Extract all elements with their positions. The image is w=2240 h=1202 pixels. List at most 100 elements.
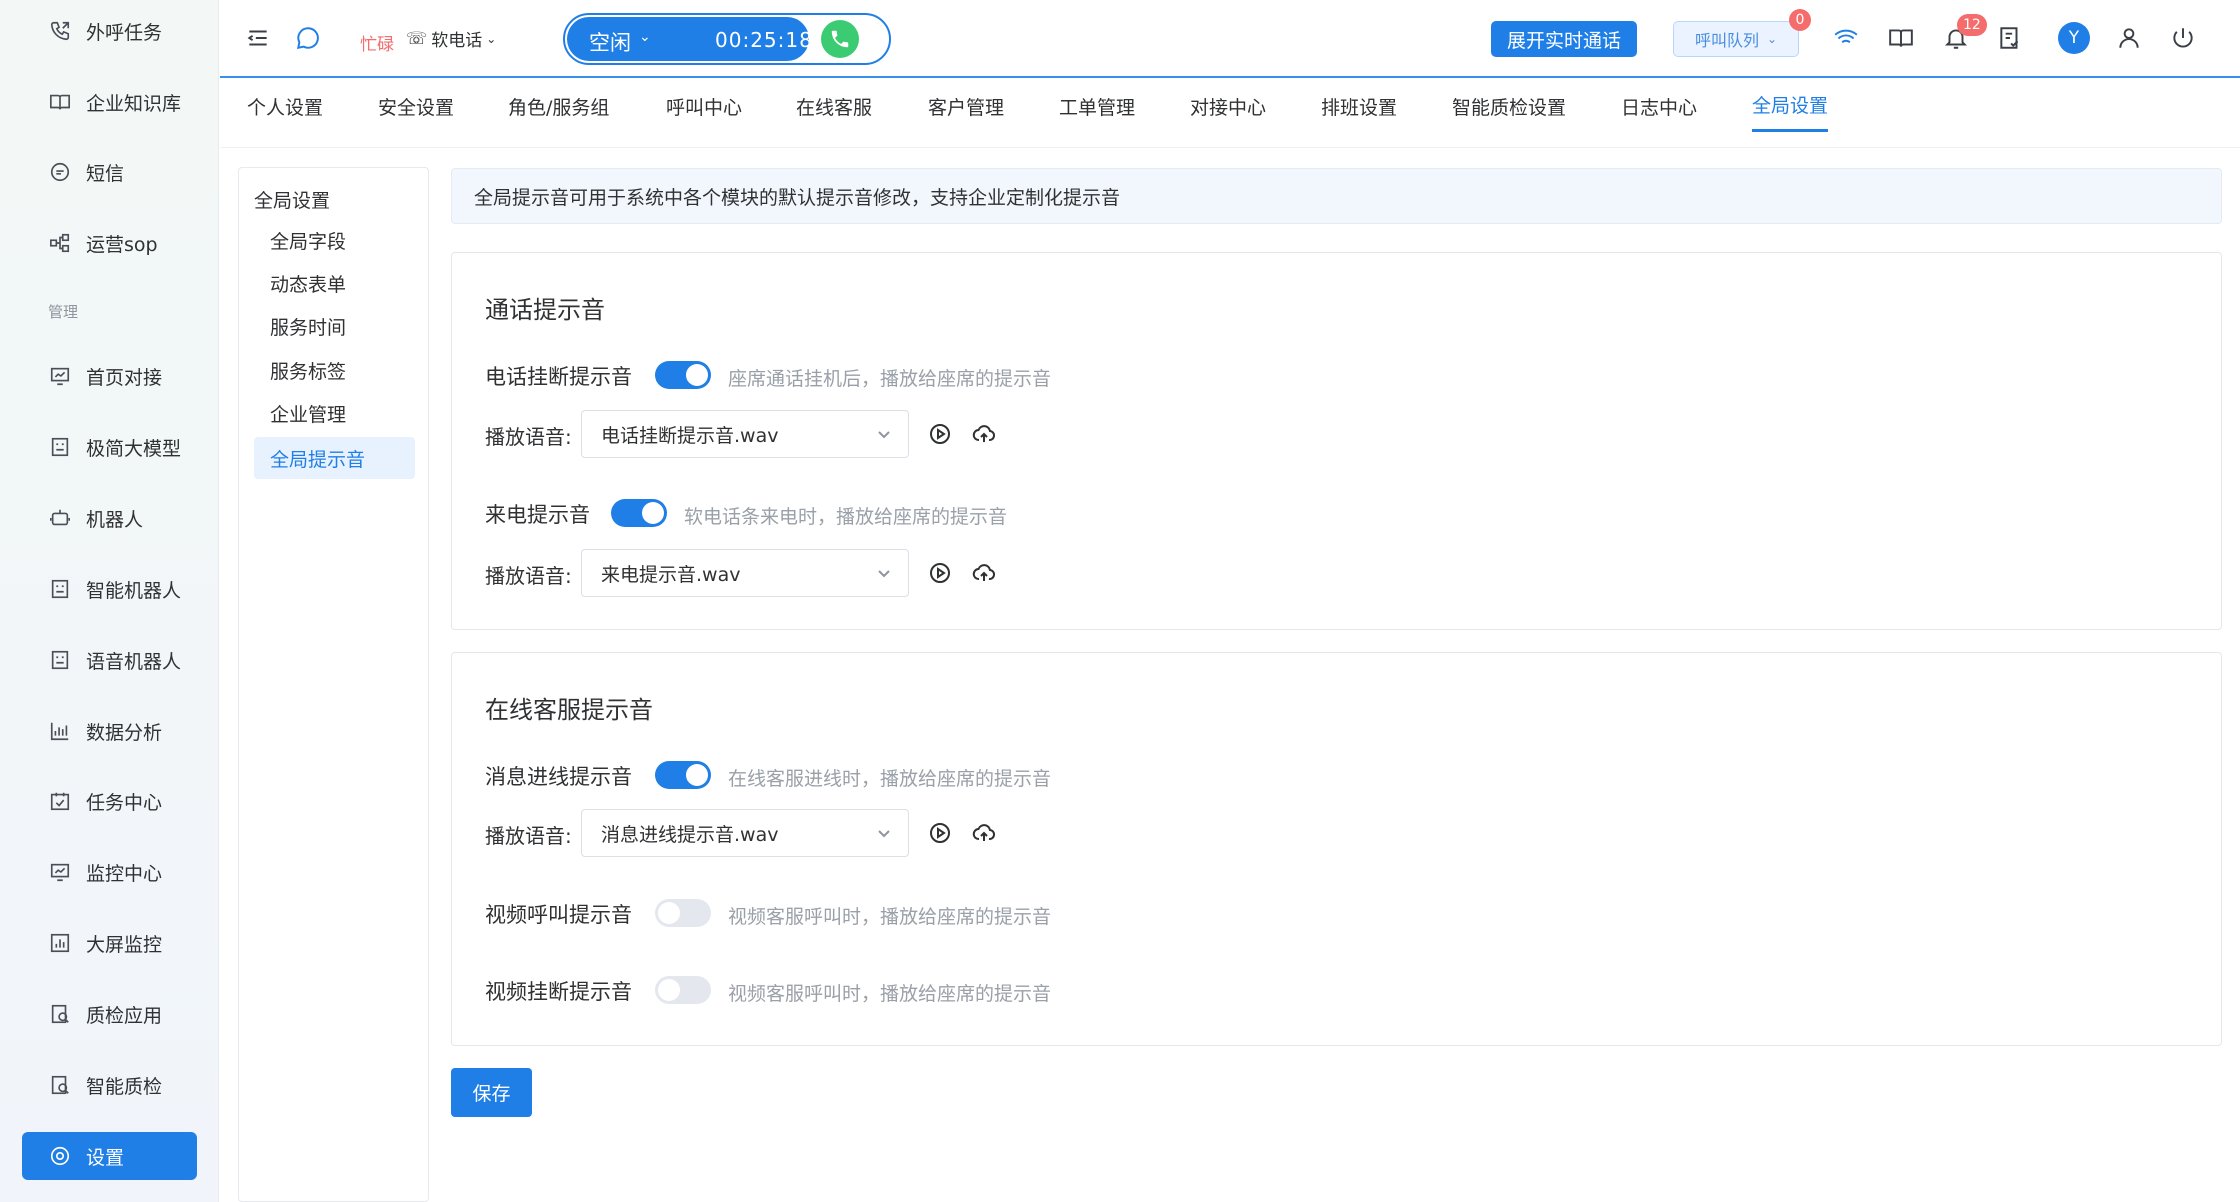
tab-ticket-management[interactable]: 工单管理 <box>1059 80 1135 132</box>
sidebar-item-big-screen[interactable]: 大屏监控 <box>22 919 197 967</box>
video-hangup-prompt-switch[interactable] <box>655 976 711 1004</box>
queue-badge: 0 <box>1789 9 1811 31</box>
top-bar: 忙碌 ☏ 软电话 ⌄ 空闲 ⌄ 00:25:18 展开实时通话 呼叫队列 ⌄ 0… <box>220 0 2240 78</box>
sidebar-item-task-center[interactable]: 任务中心 <box>22 777 197 825</box>
robot-icon <box>48 506 72 530</box>
softphone-dropdown[interactable]: ☏ 软电话 ⌄ <box>406 26 496 52</box>
global-settings-subnav: 全局设置 全局字段 动态表单 服务时间 服务标签 企业管理 全局提示音 <box>238 167 429 1202</box>
user-icon[interactable] <box>2113 22 2145 54</box>
video-call-prompt-switch[interactable] <box>655 899 711 927</box>
sidebar-item-label: 设置 <box>86 1146 125 1169</box>
sidebar-item-label: 企业知识库 <box>86 92 182 115</box>
sidebar-item-smart-quality[interactable]: 智能质检 <box>22 1061 197 1109</box>
book-icon[interactable] <box>1885 22 1917 54</box>
sidebar-item-label: 运营sop <box>86 233 158 256</box>
tab-quality-settings[interactable]: 智能质检设置 <box>1452 80 1566 132</box>
sidebar-item-label: 外呼任务 <box>86 21 163 44</box>
call-button[interactable] <box>821 20 859 58</box>
tab-personal-settings[interactable]: 个人设置 <box>247 80 323 132</box>
sidebar-item-homepage-integration[interactable]: 首页对接 <box>22 352 197 400</box>
subnav-item-global-fields[interactable]: 全局字段 <box>254 219 415 261</box>
subnav-item-service-time[interactable]: 服务时间 <box>254 305 415 347</box>
sidebar-item-data-analysis[interactable]: 数据分析 <box>22 707 197 755</box>
sidebar-item-sms[interactable]: 短信 <box>22 148 197 196</box>
hangup-sound-select[interactable]: 电话挂断提示音.wav <box>581 410 909 458</box>
tab-scheduling[interactable]: 排班设置 <box>1321 80 1397 132</box>
call-queue-dropdown[interactable]: 呼叫队列 ⌄ <box>1673 21 1799 57</box>
sidebar-item-label: 智能质检 <box>86 1075 163 1098</box>
status-selector[interactable]: 空闲 ⌄ 00:25:18 <box>567 17 812 61</box>
book-icon <box>48 90 72 114</box>
calendar-check-icon <box>48 789 72 813</box>
sidebar-item-label: 短信 <box>86 162 125 185</box>
monitor-chart-icon <box>48 364 72 388</box>
tab-integration-center[interactable]: 对接中心 <box>1190 80 1266 132</box>
video-call-prompt-hint: 视频客服呼叫时，播放给座席的提示音 <box>728 906 1052 928</box>
sidebar-item-sop[interactable]: 运营sop <box>22 219 197 267</box>
sidebar-item-smart-robot[interactable]: 智能机器人 <box>22 565 197 613</box>
subnav-item-service-tags[interactable]: 服务标签 <box>254 349 415 391</box>
tab-security-settings[interactable]: 安全设置 <box>378 80 454 132</box>
sidebar-item-label: 数据分析 <box>86 721 163 744</box>
expand-realtime-call-button[interactable]: 展开实时通话 <box>1491 21 1637 57</box>
sidebar-item-settings[interactable]: 设置 <box>22 1132 197 1180</box>
quality-app-icon <box>48 1002 72 1026</box>
sidebar-item-robot[interactable]: 机器人 <box>22 494 197 542</box>
sidebar-item-label: 极简大模型 <box>86 437 182 460</box>
upload-cloud-icon[interactable] <box>970 420 998 448</box>
sidebar-item-voice-robot[interactable]: 语音机器人 <box>22 636 197 684</box>
power-icon[interactable] <box>2167 22 2199 54</box>
selected-file: 电话挂断提示音.wav <box>601 424 779 447</box>
sidebar-item-quality-app[interactable]: 质检应用 <box>22 990 197 1038</box>
status-timer: 00:25:18 <box>715 28 813 52</box>
play-icon[interactable] <box>926 420 954 448</box>
avatar[interactable]: Y <box>2058 22 2090 54</box>
flow-icon <box>48 231 72 255</box>
status-label: 空闲 <box>589 31 631 55</box>
play-icon[interactable] <box>926 819 954 847</box>
wifi-icon[interactable] <box>1830 22 1862 54</box>
tab-call-center[interactable]: 呼叫中心 <box>666 80 742 132</box>
call-prompt-card: 通话提示音 电话挂断提示音 座席通话挂机后，播放给座席的提示音 播放语音: 电话… <box>451 252 2222 630</box>
chevron-down-icon <box>876 564 892 580</box>
upload-cloud-icon[interactable] <box>970 559 998 587</box>
tab-online-service[interactable]: 在线客服 <box>796 80 872 132</box>
hangup-prompt-switch[interactable] <box>655 361 711 389</box>
tab-roles-service-groups[interactable]: 角色/服务组 <box>508 80 609 132</box>
sidebar-item-knowledge-base[interactable]: 企业知识库 <box>22 78 197 126</box>
notification-badge: 12 <box>1957 14 1987 36</box>
menu-collapse-icon[interactable] <box>242 22 274 54</box>
document-check-icon[interactable] <box>1994 22 2026 54</box>
subnav-item-dynamic-forms[interactable]: 动态表单 <box>254 262 415 304</box>
screen-chart-icon <box>48 931 72 955</box>
card-title: 在线客服提示音 <box>485 696 653 724</box>
tab-log-center[interactable]: 日志中心 <box>1621 80 1697 132</box>
sidebar-item-monitor-center[interactable]: 监控中心 <box>22 848 197 896</box>
upload-cloud-icon[interactable] <box>970 819 998 847</box>
save-button[interactable]: 保存 <box>451 1068 532 1117</box>
incoming-sound-select[interactable]: 来电提示音.wav <box>581 549 909 597</box>
subnav-item-global-prompt-sound[interactable]: 全局提示音 <box>254 437 415 479</box>
sidebar-item-label: 监控中心 <box>86 862 163 885</box>
message-prompt-switch[interactable] <box>655 761 711 789</box>
sidebar-item-label: 质检应用 <box>86 1004 163 1027</box>
monitor-icon <box>48 860 72 884</box>
video-hangup-prompt-hint: 视频客服呼叫时，播放给座席的提示音 <box>728 983 1052 1005</box>
tab-customer-management[interactable]: 客户管理 <box>928 80 1004 132</box>
info-banner: 全局提示音可用于系统中各个模块的默认提示音修改，支持企业定制化提示音 <box>451 168 2222 224</box>
subnav-item-enterprise-management[interactable]: 企业管理 <box>254 392 415 434</box>
message-sound-select[interactable]: 消息进线提示音.wav <box>581 809 909 857</box>
sidebar-item-label: 大屏监控 <box>86 933 163 956</box>
play-icon[interactable] <box>926 559 954 587</box>
chat-icon[interactable] <box>292 22 324 54</box>
phone-icon <box>831 30 849 48</box>
tab-global-settings[interactable]: 全局设置 <box>1752 80 1829 132</box>
sidebar-item-ai-model[interactable]: 极简大模型 <box>22 423 197 471</box>
video-hangup-prompt-label: 视频挂断提示音 <box>485 980 632 1004</box>
settings-tabs: 个人设置 安全设置 角色/服务组 呼叫中心 在线客服 客户管理 工单管理 对接中… <box>220 80 2240 148</box>
selected-file: 消息进线提示音.wav <box>601 823 779 846</box>
sidebar-item-outbound-task[interactable]: 外呼任务 <box>22 7 197 55</box>
play-voice-label: 播放语音: <box>485 425 572 449</box>
sidebar-item-label: 机器人 <box>86 508 144 531</box>
incoming-prompt-switch[interactable] <box>611 499 667 527</box>
